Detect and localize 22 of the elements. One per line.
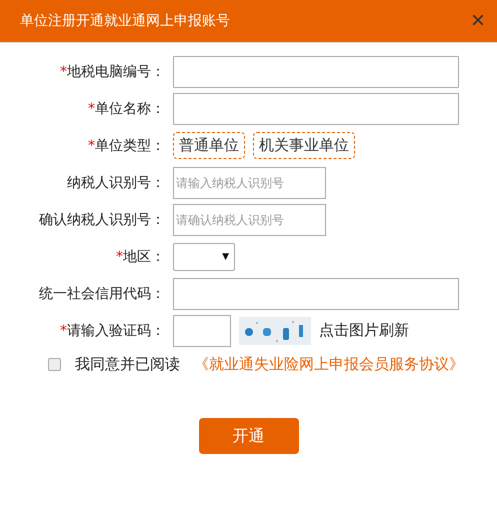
captcha-field[interactable]	[173, 314, 231, 346]
window-title: 单位注册开通就业通网上申报账号	[20, 12, 230, 30]
type-option[interactable]: 普通单位	[173, 132, 245, 159]
agree-text: 我同意并已阅读	[75, 355, 180, 374]
text-field[interactable]	[173, 278, 459, 310]
field-label: *单位名称：	[88, 100, 165, 118]
field-label: *单位类型：	[88, 136, 165, 154]
text-field[interactable]: 请输入纳税人识别号	[173, 166, 326, 198]
text-field[interactable]	[173, 92, 459, 124]
field-label: *地区：	[116, 248, 165, 266]
field-label: 统一社会信用代码：	[39, 284, 165, 302]
field-label: 纳税人识别号：	[67, 174, 165, 192]
field-label: 确认纳税人识别号：	[39, 210, 165, 228]
refresh-hint: 点击图片刷新	[319, 321, 409, 340]
type-option[interactable]: 机关事业单位	[253, 132, 355, 159]
text-field[interactable]	[173, 56, 459, 88]
text-field[interactable]: 请确认纳税人识别号	[173, 204, 326, 236]
agree-checkbox[interactable]	[48, 358, 61, 371]
field-label: *请输入验证码：	[60, 322, 165, 340]
field-label: *地税电脑编号：	[60, 62, 165, 80]
close-button[interactable]: ×	[470, 9, 485, 33]
region-dropdown[interactable]: ▼	[173, 242, 235, 270]
